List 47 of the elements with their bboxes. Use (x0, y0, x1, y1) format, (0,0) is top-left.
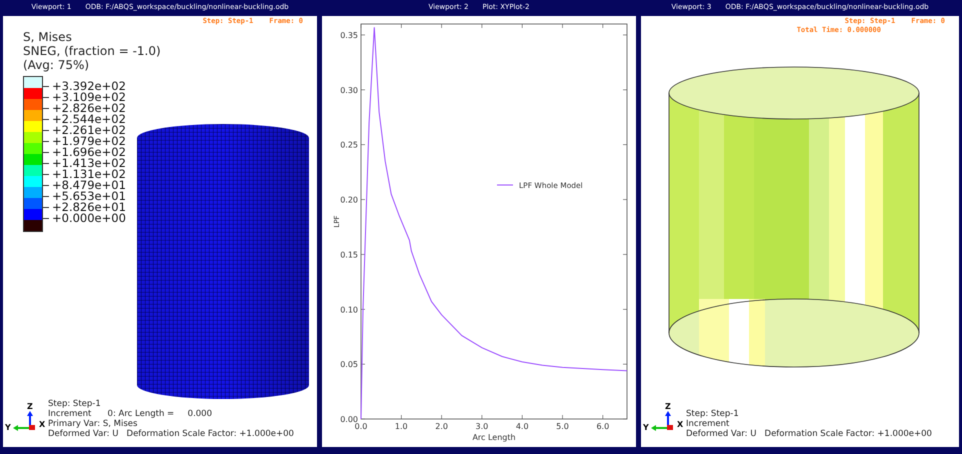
legend-value: +3.109e+02 (51, 92, 126, 103)
x-tick-label: 0.0 (354, 422, 368, 431)
legend-value: +2.826e+02 (51, 103, 126, 114)
result-info-text: Deformed Var: U Deformation Scale Factor: +1.000e+00 (48, 429, 294, 439)
x-tick-label: 4.0 (516, 422, 529, 431)
y-tick-label: 0.30 (340, 86, 358, 95)
legend-value: +1.131e+02 (51, 169, 126, 180)
result-info-text: Step: Step-1 (48, 399, 102, 409)
x-tick-label: 1.0 (394, 422, 408, 431)
x-tick-label: 6.0 (596, 422, 610, 431)
legend-value: +2.826e+01 (51, 202, 126, 213)
legend-title: SNEG, (fraction = -1.0) (23, 44, 162, 58)
x-axis-title: Arc Length (472, 433, 516, 442)
y-tick-label: 0.15 (340, 250, 358, 260)
legend-value: +3.392e+02 (51, 81, 126, 92)
legend-value: +2.261e+02 (51, 125, 126, 136)
axis-label: Z (27, 403, 33, 411)
x-tick-label: 3.0 (476, 422, 488, 431)
legend-value: +1.413e+02 (51, 158, 126, 169)
legend-value: +8.479e+01 (51, 180, 126, 191)
axis-label: X (39, 421, 46, 429)
axis-label: Z (665, 403, 671, 411)
legend-title: (Avg: 75%) (23, 58, 90, 72)
axis-label: Y (5, 424, 11, 432)
legend-value: +1.979e+02 (51, 136, 126, 147)
x-tick-label: 5.0 (556, 422, 569, 431)
y-tick-label: 0.00 (340, 415, 358, 424)
legend-title: S, Mises (23, 30, 73, 44)
result-info-text: Step: Step-1 (686, 409, 740, 419)
y-tick-label: 0.35 (340, 30, 358, 40)
legend-value: +5.653e+01 (51, 191, 126, 202)
axis-triad-icon (12, 411, 38, 431)
y-tick-label: 0.05 (340, 360, 358, 370)
legend-value: +2.544e+02 (51, 114, 126, 125)
y-tick-label: 0.20 (340, 196, 358, 205)
axis-label: X (677, 421, 684, 429)
y-tick-label: 0.25 (340, 140, 358, 150)
axis-triad-icon (650, 411, 676, 431)
result-info-text: Deformed Var: U Deformation Scale Factor: +1.000e+00 (686, 429, 932, 439)
result-info-text: Increment (686, 419, 730, 429)
result-info-text: Increment 0: Arc Length = 0.000 (48, 409, 214, 419)
y-tick-label: 0.10 (340, 305, 358, 314)
x-tick-label: 2.0 (435, 422, 448, 431)
result-info-text: Primary Var: S, Mises (48, 419, 138, 429)
legend-value: +0.000e+00 (51, 213, 126, 224)
legend-value: +1.696e+02 (51, 147, 126, 158)
axis-label: Y (643, 424, 649, 432)
